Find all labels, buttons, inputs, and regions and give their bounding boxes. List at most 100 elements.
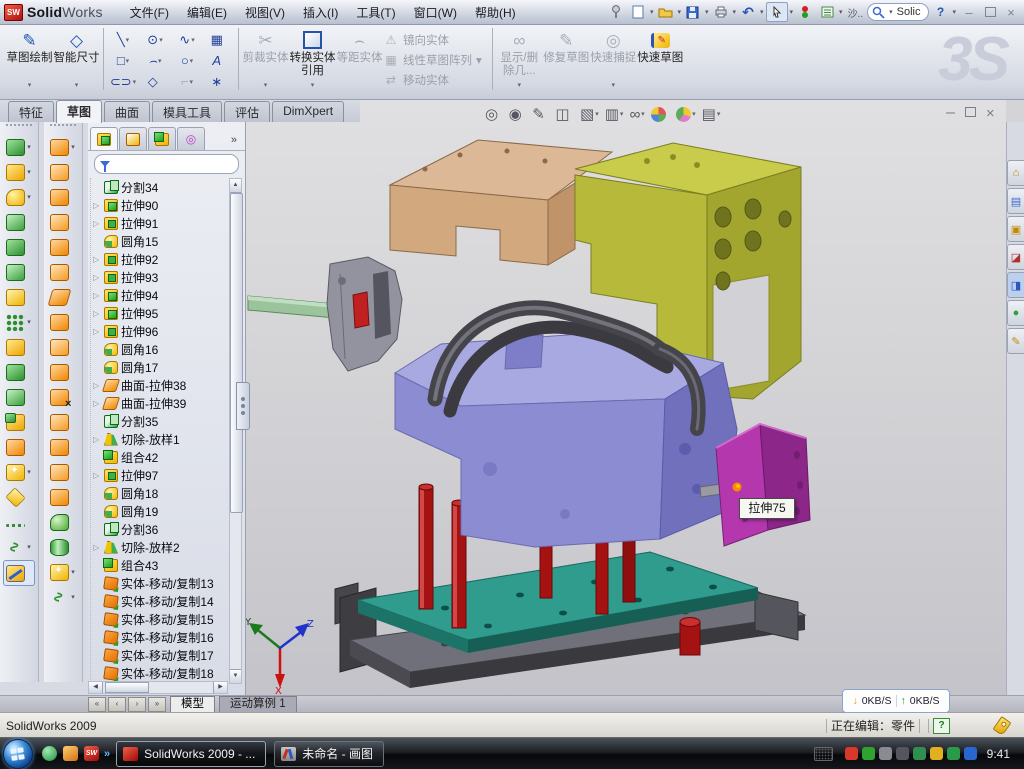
- untrim-surface-icon[interactable]: ▾: [48, 485, 78, 509]
- move-entities-button[interactable]: ⇄ 移动实体: [383, 71, 482, 89]
- curve-icon[interactable]: ▾: [4, 535, 34, 559]
- sketch-tool-dropdown[interactable]: ▾: [159, 36, 163, 44]
- feature-tree-item[interactable]: ▷ 切除-放样2: [93, 538, 231, 556]
- feature-tree-item[interactable]: ▷ 组合42: [93, 448, 231, 466]
- tab-nav-button[interactable]: »: [148, 697, 166, 712]
- apply-scene-icon[interactable]: ▾: [676, 107, 696, 122]
- surface-revolve-icon[interactable]: ▾: [48, 160, 78, 184]
- feature-tree-item[interactable]: ▷ 拉伸93: [93, 268, 231, 286]
- toolbox-icon[interactable]: ◪: [1007, 244, 1024, 270]
- tag-icon[interactable]: [992, 716, 1011, 736]
- expand-arrow-icon[interactable]: ▷: [93, 219, 101, 228]
- scroll-down-button[interactable]: ▼: [230, 669, 241, 683]
- slot-tool-icon[interactable]: ⊂⊃▾: [107, 71, 139, 92]
- tool-dropdown[interactable]: ▾: [71, 593, 75, 601]
- extend-surface-icon[interactable]: ▾: [48, 360, 78, 384]
- expand-arrow-icon[interactable]: ▷: [93, 255, 101, 264]
- expand-arrow-icon[interactable]: ▷: [93, 381, 101, 390]
- spline-tool-icon[interactable]: ∿▾: [171, 29, 203, 50]
- new-document-icon[interactable]: [628, 3, 648, 21]
- menu-item[interactable]: 窗口(W): [405, 1, 466, 24]
- open-document-icon[interactable]: [655, 3, 675, 21]
- reference-icon[interactable]: ▾: [48, 560, 78, 584]
- centerline-icon[interactable]: ▾: [4, 510, 34, 534]
- surface-sweep-icon[interactable]: ▾: [48, 185, 78, 209]
- menu-item[interactable]: 文件(F): [121, 1, 178, 24]
- ellipse-tool-icon[interactable]: ○▾: [171, 50, 203, 71]
- feature-tree-item[interactable]: ▷ 拉伸95: [93, 304, 231, 322]
- feature-tree-item[interactable]: ▷ 实体-移动/复制16: [93, 628, 231, 646]
- ribbon-tab[interactable]: 特征: [8, 101, 54, 122]
- point-ref-icon[interactable]: ▾: [4, 485, 34, 509]
- panel-splitter-grip[interactable]: [236, 382, 250, 430]
- convert-entities-button[interactable]: 转换实体引用▾: [289, 26, 336, 92]
- feature-tree-item[interactable]: ▷ 拉伸91: [93, 214, 231, 232]
- feature-tree-item[interactable]: ▷ 分割36: [93, 520, 231, 538]
- feature-tree-item[interactable]: ▷ 拉伸96: [93, 322, 231, 340]
- menu-item[interactable]: 视图(V): [236, 1, 294, 24]
- line-tool-icon[interactable]: ╲▾: [107, 29, 139, 50]
- ribbon-tab[interactable]: DimXpert: [272, 101, 344, 122]
- polygon-tool-icon[interactable]: ◇▾: [139, 71, 171, 92]
- taskbar-clock[interactable]: 9:41: [987, 747, 1010, 761]
- protect-plus-icon[interactable]: [947, 747, 960, 760]
- rebuild-traffic-light-icon[interactable]: [795, 3, 815, 21]
- toolbar-grip[interactable]: [50, 124, 76, 132]
- display-delete-relations-button[interactable]: ∞ 显示/删除几...▾: [496, 26, 543, 92]
- dimxpertmanager-tab[interactable]: ◎: [177, 127, 205, 150]
- menu-item[interactable]: 工具(T): [347, 1, 404, 24]
- doc-restore-button[interactable]: [965, 104, 976, 122]
- options-list-icon[interactable]: [817, 3, 837, 21]
- view-tool-dropdown[interactable]: ▾: [595, 110, 599, 118]
- planar-surface-icon[interactable]: ▾: [48, 285, 78, 309]
- knit-surface-icon[interactable]: ▾: [48, 335, 78, 359]
- truncated-toolbar-label[interactable]: 沙..: [848, 5, 864, 20]
- app-minimize-button[interactable]: –: [960, 4, 978, 20]
- taskbar-window-button[interactable]: 未命名 - 画图: [274, 741, 384, 767]
- feature-tree-item[interactable]: ▷ 圆角16: [93, 340, 231, 358]
- trim-entities-button[interactable]: ✂ 剪裁实体▾: [242, 26, 289, 92]
- taskbar-window-button[interactable]: SolidWorks 2009 - ...: [116, 741, 266, 767]
- ribbon-tab[interactable]: 曲面: [104, 101, 150, 122]
- shell-icon[interactable]: ▾: [4, 260, 34, 284]
- trim-surface-icon[interactable]: ▾: [48, 460, 78, 484]
- sketch-draw-button[interactable]: ✎ 草图绘制▾: [6, 26, 53, 92]
- pin-toolbar-icon[interactable]: [606, 3, 626, 21]
- feature-tree-item[interactable]: ▷ 拉伸97: [93, 466, 231, 484]
- volume-icon[interactable]: [896, 747, 909, 760]
- rectangle-tool-icon[interactable]: □▾: [107, 50, 139, 71]
- sync-blocked-icon[interactable]: [964, 747, 977, 760]
- design-library-icon[interactable]: ▣: [1007, 216, 1024, 242]
- warning-icon[interactable]: [930, 747, 943, 760]
- feature-tree-item[interactable]: ▷ 分割34: [93, 178, 231, 196]
- section-view-icon[interactable]: ◫▾: [555, 105, 574, 123]
- view-tool-dropdown[interactable]: ▾: [717, 110, 721, 118]
- save-dropdown[interactable]: ▾: [705, 8, 709, 16]
- expand-arrow-icon[interactable]: ▷: [93, 543, 101, 552]
- start-button[interactable]: [3, 739, 33, 769]
- selection-box-icon[interactable]: ▦▾: [203, 29, 235, 50]
- quick-launch-overflow-chevron[interactable]: »: [104, 748, 110, 760]
- view-tool-dropdown[interactable]: ▾: [692, 110, 696, 118]
- undo-dropdown[interactable]: ▾: [760, 8, 764, 16]
- swept-boss-icon[interactable]: ▾: [4, 210, 34, 234]
- feature-tree-item[interactable]: ▷ 分割35: [93, 412, 231, 430]
- feature-tree-item[interactable]: ▷ 实体-移动/复制13: [93, 574, 231, 592]
- reference-geometry-icon[interactable]: ▾: [4, 460, 34, 484]
- split-feature-icon[interactable]: ▾: [4, 385, 34, 409]
- feature-tree-item[interactable]: ▷ 实体-移动/复制17: [93, 646, 231, 664]
- text-tool-icon[interactable]: A▾: [203, 50, 235, 71]
- scroll-left-button[interactable]: ◀: [89, 682, 103, 693]
- ribbon-tab[interactable]: 模具工具: [152, 101, 222, 122]
- expand-arrow-icon[interactable]: ▷: [93, 399, 101, 408]
- feature-tree-item[interactable]: ▷ 拉伸92: [93, 250, 231, 268]
- expand-arrow-icon[interactable]: ▷: [93, 273, 101, 282]
- view-tool-dropdown[interactable]: ▾: [620, 110, 624, 118]
- rapid-sketch-button[interactable]: ✎ 快速草图: [637, 26, 684, 92]
- tree-horizontal-scrollbar[interactable]: ◀ ▶: [88, 681, 228, 694]
- network-icon[interactable]: [913, 747, 926, 760]
- print-icon[interactable]: [711, 3, 731, 21]
- feature-tree-item[interactable]: ▷ 圆角19: [93, 502, 231, 520]
- propertymanager-tab[interactable]: [119, 127, 147, 150]
- surface-loft-icon[interactable]: ▾: [48, 210, 78, 234]
